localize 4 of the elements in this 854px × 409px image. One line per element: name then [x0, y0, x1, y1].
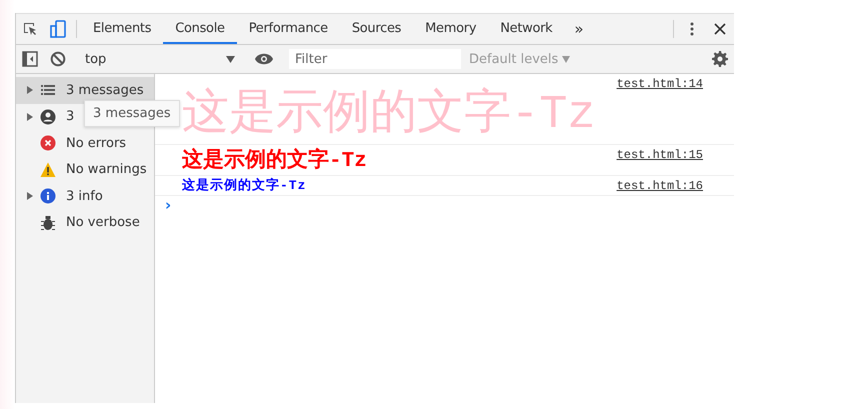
tooltip: 3 messages	[84, 100, 180, 127]
log-message: 这是示例的文字-Tz	[182, 89, 596, 144]
log-message: 这是示例的文字-Tz	[182, 179, 306, 194]
log-message: 这是示例的文字-Tz	[182, 150, 367, 174]
